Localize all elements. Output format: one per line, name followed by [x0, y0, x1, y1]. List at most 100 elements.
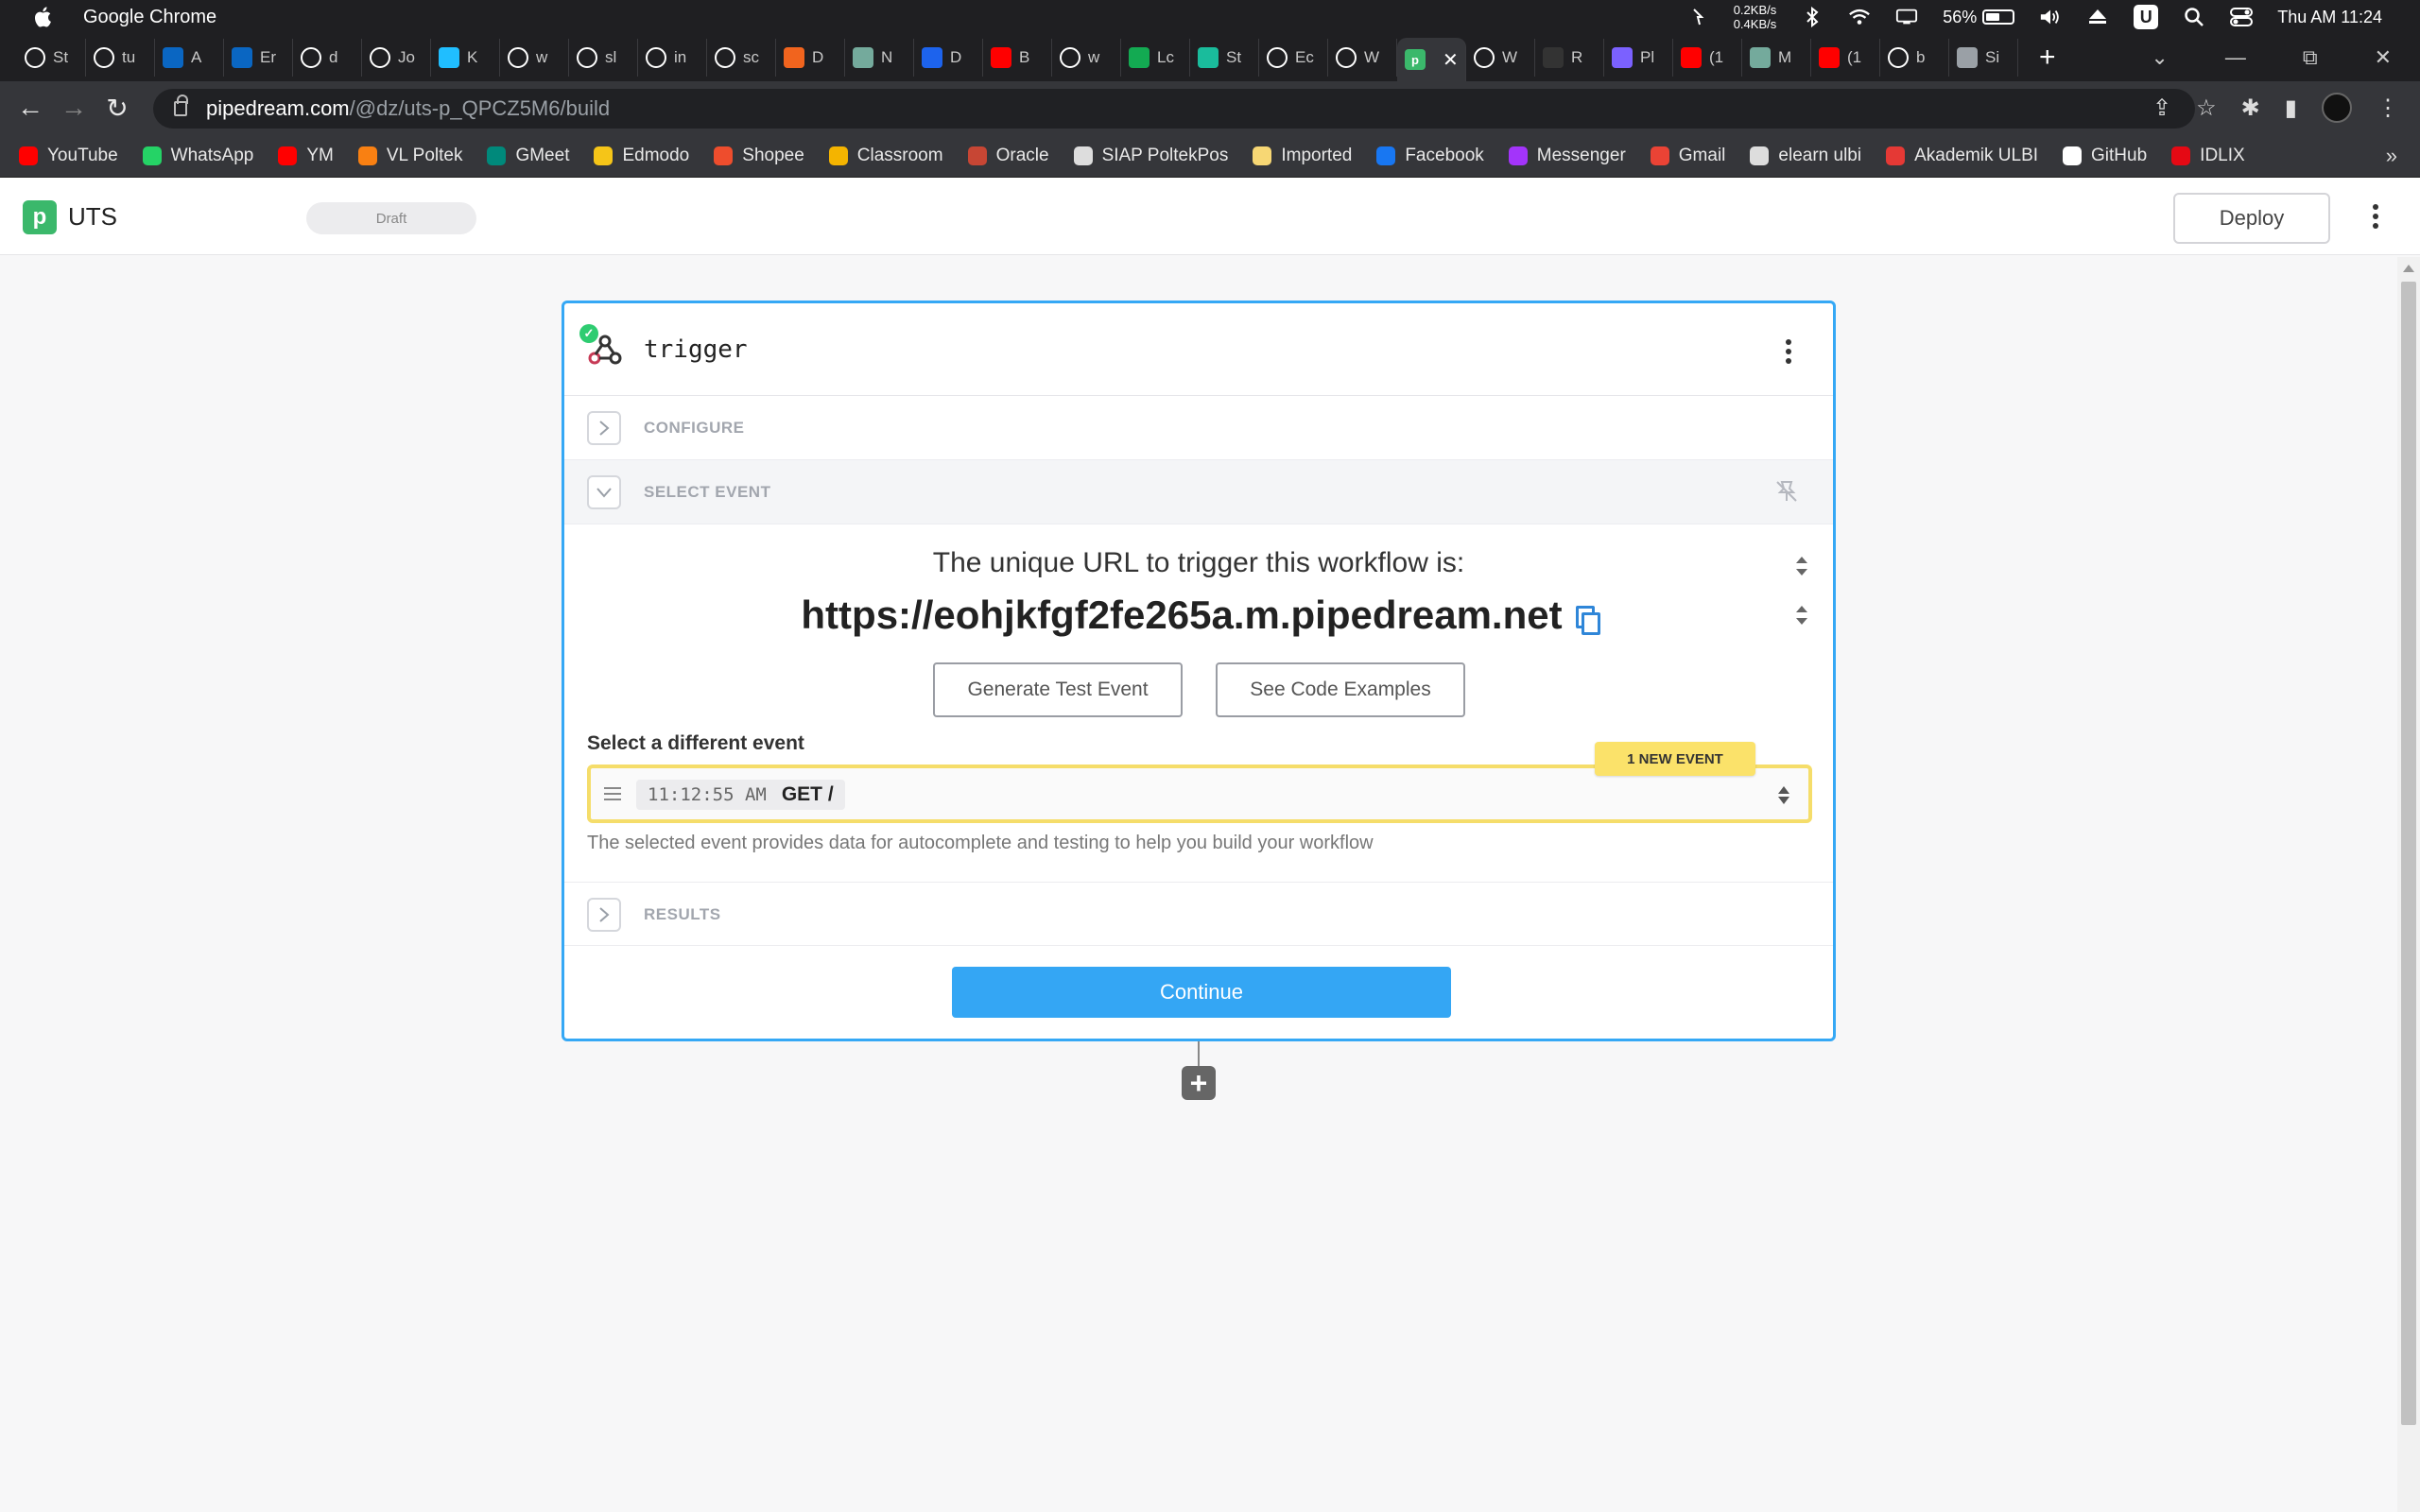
- u-app-icon[interactable]: U: [2134, 5, 2159, 29]
- bookmark-item[interactable]: YouTube: [19, 146, 118, 166]
- scrollbar-thumb[interactable]: [2401, 282, 2416, 1425]
- unpin-icon[interactable]: [1774, 479, 1801, 506]
- profile-avatar[interactable]: [2322, 93, 2352, 123]
- bookmark-item[interactable]: elearn ulbi: [1750, 146, 1861, 166]
- browser-tab[interactable]: b: [1880, 39, 1949, 77]
- configure-section[interactable]: CONFIGURE: [564, 396, 1833, 460]
- browser-tab[interactable]: R: [1535, 39, 1604, 77]
- bookmark-item[interactable]: Gmail: [1650, 146, 1725, 166]
- new-event-badge[interactable]: 1 NEW EVENT: [1595, 742, 1755, 776]
- bookmark-item[interactable]: WhatsApp: [142, 146, 253, 166]
- bookmark-item[interactable]: VL Poltek: [357, 146, 462, 166]
- bookmark-item[interactable]: Shopee: [714, 146, 804, 166]
- browser-tab[interactable]: tu: [86, 39, 155, 77]
- bookmark-item[interactable]: Imported: [1253, 146, 1352, 166]
- browser-tab[interactable]: Si: [1949, 39, 2018, 77]
- tab-close-icon[interactable]: ✕: [1443, 48, 1459, 72]
- share-icon[interactable]: ⇪: [2152, 94, 2171, 122]
- chrome-menu-icon[interactable]: ⋮: [2377, 94, 2399, 122]
- forward-arrow-icon[interactable]: →: [55, 89, 93, 127]
- results-section[interactable]: RESULTS: [564, 882, 1833, 946]
- browser-tab[interactable]: sl: [569, 39, 638, 77]
- address-bar[interactable]: pipedream.com/@dz/uts-p_QPCZ5M6/build: [153, 89, 2195, 129]
- browser-tab[interactable]: St: [17, 39, 86, 77]
- control-center-icon[interactable]: [2230, 8, 2254, 26]
- pipedream-logo-icon[interactable]: p: [23, 200, 57, 234]
- apple-icon[interactable]: [32, 6, 55, 28]
- extensions-puzzle-icon[interactable]: ✱: [2241, 94, 2260, 122]
- restore-window-icon[interactable]: ⧉: [2303, 45, 2318, 70]
- battery-status[interactable]: 56%: [1943, 8, 2015, 27]
- copy-icon[interactable]: [1575, 605, 1600, 635]
- select-event-section[interactable]: SELECT EVENT: [564, 460, 1833, 524]
- network-speed[interactable]: 0.2KB/s 0.4KB/s: [1734, 3, 1777, 31]
- bookmark-item[interactable]: Akademik ULBI: [1886, 146, 2038, 166]
- bookmark-item[interactable]: IDLIX: [2171, 146, 2245, 166]
- bookmark-star-icon[interactable]: ☆: [2196, 94, 2217, 122]
- spotlight-search-icon[interactable]: [2183, 8, 2205, 26]
- bookmark-item[interactable]: GitHub: [2063, 146, 2147, 166]
- select-arrows-icon[interactable]: [1776, 783, 1791, 806]
- tab-search-chevron-icon[interactable]: ⌄: [2151, 45, 2168, 70]
- minimize-window-icon[interactable]: —: [2225, 45, 2246, 70]
- browser-tab[interactable]: K: [431, 39, 500, 77]
- reload-icon[interactable]: ↻: [98, 89, 136, 127]
- close-window-icon[interactable]: ✕: [2375, 45, 2392, 70]
- browser-tab[interactable]: Pl: [1604, 39, 1673, 77]
- chevron-right-icon[interactable]: [587, 411, 621, 445]
- bookmark-item[interactable]: Messenger: [1508, 146, 1626, 166]
- add-step-plus-icon[interactable]: +: [1182, 1066, 1216, 1100]
- trigger-card-header[interactable]: ✓ trigger: [564, 303, 1833, 396]
- trigger-url[interactable]: https://eohjkfgf2fe265a.m.pipedream.net: [801, 593, 1562, 637]
- browser-tab[interactable]: A: [155, 39, 224, 77]
- cursor-sync-icon[interactable]: [1686, 8, 1709, 26]
- more-bookmarks-icon[interactable]: »: [2386, 144, 2397, 168]
- browser-tab[interactable]: D: [776, 39, 845, 77]
- bookmark-item[interactable]: Facebook: [1376, 146, 1484, 166]
- trigger-title[interactable]: trigger: [644, 335, 748, 364]
- volume-icon[interactable]: [2039, 8, 2062, 26]
- workflow-menu-icon[interactable]: [2373, 204, 2378, 229]
- side-panel-icon[interactable]: ▮: [2285, 94, 2297, 122]
- browser-tab[interactable]: Lc: [1121, 39, 1190, 77]
- browser-tab[interactable]: M: [1742, 39, 1811, 77]
- generate-test-event-button[interactable]: Generate Test Event: [933, 662, 1183, 717]
- new-tab-plus-icon[interactable]: +: [2039, 42, 2056, 74]
- bookmark-item[interactable]: Edmodo: [594, 146, 689, 166]
- browser-tab[interactable]: B: [983, 39, 1052, 77]
- bluetooth-icon[interactable]: [1801, 7, 1824, 27]
- bookmark-item[interactable]: Classroom: [828, 146, 943, 166]
- continue-button[interactable]: Continue: [952, 967, 1451, 1018]
- browser-tab[interactable]: Ec: [1259, 39, 1328, 77]
- url-text[interactable]: pipedream.com/@dz/uts-p_QPCZ5M6/build: [206, 96, 610, 121]
- browser-tab[interactable]: N: [845, 39, 914, 77]
- browser-tab[interactable]: Er: [224, 39, 293, 77]
- browser-tab[interactable]: Jo: [362, 39, 431, 77]
- browser-tab[interactable]: (1: [1811, 39, 1880, 77]
- lock-icon[interactable]: [174, 94, 188, 116]
- bookmark-item[interactable]: Oracle: [967, 146, 1049, 166]
- display-icon[interactable]: [1895, 8, 1918, 26]
- browser-tab[interactable]: W: [1328, 39, 1397, 77]
- active-app-name[interactable]: Google Chrome: [83, 7, 216, 28]
- browser-tab[interactable]: (1: [1673, 39, 1742, 77]
- browser-tab[interactable]: w: [500, 39, 569, 77]
- bookmark-item[interactable]: SIAP PoltekPos: [1073, 146, 1228, 166]
- tab-active[interactable]: p ✕: [1397, 38, 1466, 81]
- browser-tab[interactable]: in: [638, 39, 707, 77]
- browser-tab[interactable]: D: [914, 39, 983, 77]
- bookmark-item[interactable]: YM: [278, 146, 334, 166]
- workflow-title[interactable]: UTS: [68, 202, 117, 232]
- results-chevron-right-icon[interactable]: [587, 898, 621, 932]
- browser-tab[interactable]: St: [1190, 39, 1259, 77]
- bookmark-item[interactable]: GMeet: [487, 146, 569, 166]
- see-code-examples-button[interactable]: See Code Examples: [1216, 662, 1465, 717]
- browser-tab[interactable]: sc: [707, 39, 776, 77]
- browser-tab[interactable]: W: [1466, 39, 1535, 77]
- url-scroll-control[interactable]: [1791, 594, 1812, 636]
- menu-bar-clock[interactable]: Thu AM 11:24: [2277, 8, 2382, 27]
- step-menu-icon[interactable]: [1786, 339, 1791, 364]
- wifi-icon[interactable]: [1848, 8, 1871, 26]
- scroll-up-arrow-icon[interactable]: [2403, 265, 2414, 272]
- url-intro-scroll-control[interactable]: [1791, 545, 1812, 587]
